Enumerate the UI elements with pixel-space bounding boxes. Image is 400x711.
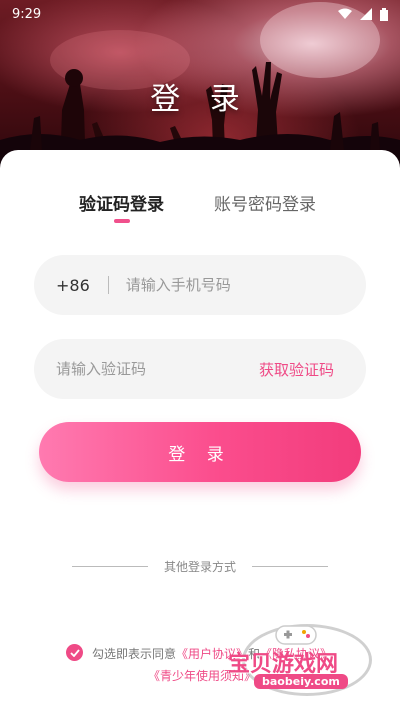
field-divider [107,276,109,294]
tab-password-login[interactable]: 账号密码登录 [214,190,316,215]
watermark: 宝贝游戏网 baobeiy.com [222,624,372,696]
agreement-prefix: 勾选即表示同意 [92,647,177,661]
gamepad-icon [275,625,317,645]
status-time: 9:29 [12,6,42,22]
watermark-url: baobeiy.com [254,674,348,689]
verification-code-input[interactable] [56,360,246,378]
divider-line-right [251,565,328,567]
wifi-icon [338,8,352,19]
active-tab-indicator [114,219,130,223]
agree-checkbox[interactable] [66,644,83,661]
divider-line-left [72,565,148,567]
other-login-divider: 其他登录方式 [72,558,328,574]
get-code-button[interactable]: 获取验证码 [259,359,334,380]
other-login-label: 其他登录方式 [163,559,236,574]
code-field: 获取验证码 [34,339,366,399]
battery-icon [380,7,388,21]
check-icon [69,648,80,657]
page-title: 登 录 [150,82,250,117]
phone-field: +86 [34,255,366,315]
country-code[interactable]: +86 [56,276,90,295]
hero-banner: 9:29 登 录 [0,0,400,175]
login-button[interactable]: 登 录 [39,422,361,482]
phone-input[interactable] [125,276,346,294]
login-tabs: 验证码登录 账号密码登录 [0,190,400,230]
status-bar: 9:29 [0,0,400,28]
signal-icon [360,8,372,20]
status-icons [338,7,388,21]
tab-sms-login[interactable]: 验证码登录 [79,190,164,215]
